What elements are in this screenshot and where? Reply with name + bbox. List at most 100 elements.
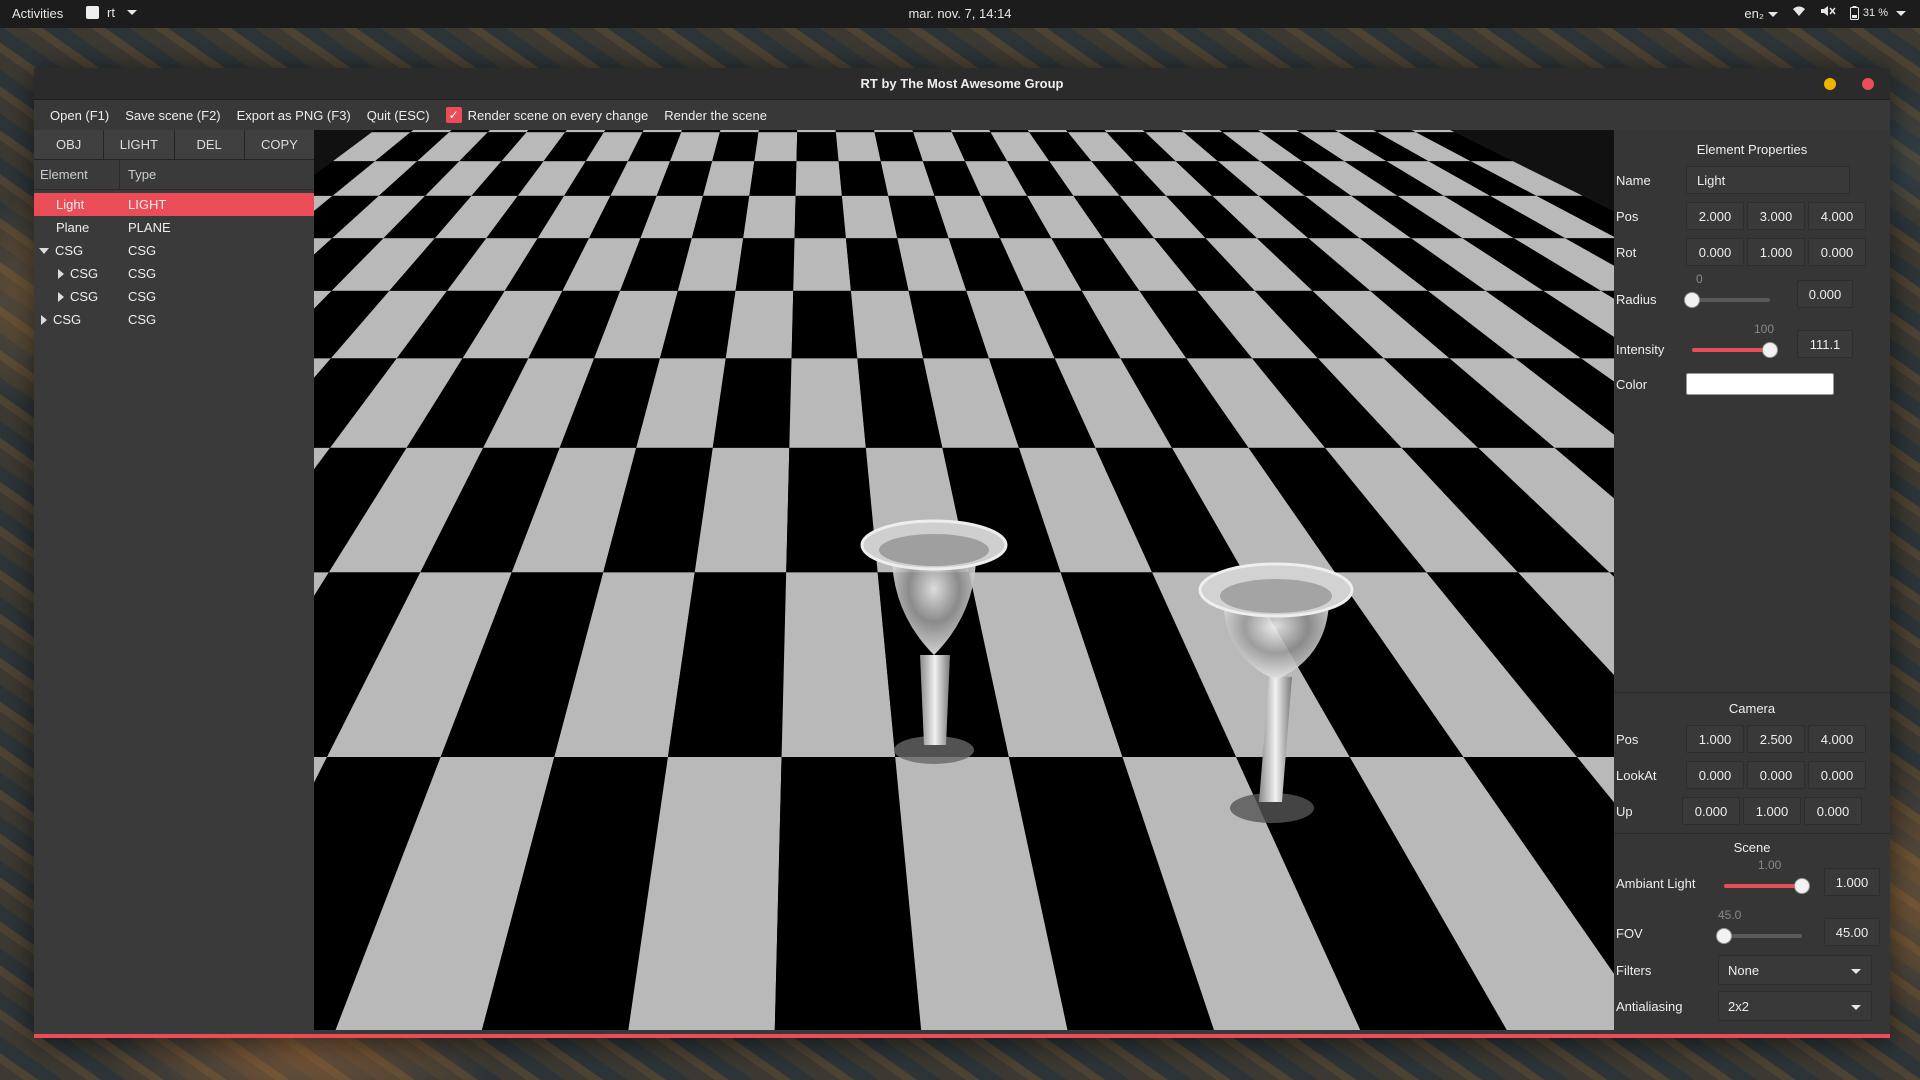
title-bar[interactable]: RT by The Most Awesome Group: [34, 68, 1890, 100]
antialiasing-dropdown[interactable]: 2x2: [1718, 991, 1872, 1021]
tree-row[interactable]: CSG CSG: [34, 239, 314, 262]
camera-up-x-field[interactable]: 0.000: [1682, 797, 1740, 825]
battery-indicator[interactable]: 31 %: [1849, 6, 1906, 20]
color-picker-button[interactable]: [1686, 373, 1834, 395]
top-bar: Activities rt mar. nov. 7, 14:14 en₂ 31 …: [0, 0, 1920, 28]
pos-z-field[interactable]: 4.000: [1808, 202, 1866, 230]
fov-slider-knob[interactable]: [1716, 928, 1732, 944]
element-type: LIGHT: [128, 197, 167, 212]
tree-row[interactable]: CSG CSG: [34, 262, 314, 285]
save-scene-button[interactable]: Save scene (F2): [117, 108, 228, 123]
render-viewport[interactable]: [314, 130, 1614, 1030]
divider: [1614, 833, 1890, 834]
fov-field[interactable]: 45.00: [1824, 918, 1880, 946]
name-field[interactable]: Light: [1686, 166, 1850, 194]
camera-title: Camera: [1728, 701, 1776, 716]
camera-lookat-z-field[interactable]: 0.000: [1808, 761, 1866, 789]
floor-tile: [835, 130, 875, 133]
menu-bar: Open (F1) Save scene (F2) Export as PNG …: [34, 100, 1890, 130]
camera-lookat-y-field[interactable]: 0.000: [1747, 761, 1805, 789]
filters-dropdown[interactable]: None: [1718, 955, 1872, 985]
wifi-icon[interactable]: [1792, 5, 1806, 21]
radius-field[interactable]: 0.000: [1797, 280, 1853, 308]
rot-x-field[interactable]: 0.000: [1686, 238, 1744, 266]
ambient-slider-value: 1.00: [1758, 858, 1782, 872]
camera-pos-z-field[interactable]: 4.000: [1808, 725, 1866, 753]
chevron-down-icon: [1851, 969, 1861, 974]
color-label: Color: [1616, 376, 1648, 392]
intensity-slider[interactable]: [1692, 342, 1778, 358]
tree-row[interactable]: CSG CSG: [34, 285, 314, 308]
intensity-slider-knob[interactable]: [1762, 342, 1778, 358]
properties-spacer: [1614, 402, 1890, 692]
tree-row[interactable]: Light LIGHT: [34, 193, 314, 216]
rot-label: Rot: [1616, 244, 1637, 260]
export-png-button[interactable]: Export as PNG (F3): [229, 108, 359, 123]
filters-selected: None: [1728, 963, 1760, 978]
expander-right-icon[interactable]: [58, 268, 64, 279]
fov-slider[interactable]: [1716, 928, 1802, 944]
expander-right-icon[interactable]: [41, 314, 47, 325]
floor-tile: [793, 238, 851, 291]
render-on-change-checkbox[interactable]: ✓ Render scene on every change: [438, 107, 657, 123]
camera-lookat-x-field[interactable]: 0.000: [1686, 761, 1744, 789]
rot-z-field[interactable]: 0.000: [1808, 238, 1866, 266]
quit-button[interactable]: Quit (ESC): [359, 108, 438, 123]
camera-pos-x-field[interactable]: 1.000: [1686, 725, 1744, 753]
radius-slider-knob[interactable]: [1684, 292, 1700, 308]
light-button[interactable]: LIGHT: [104, 130, 175, 159]
camera-up-z-field[interactable]: 0.000: [1804, 797, 1862, 825]
floor-tile: [794, 195, 846, 239]
obj-button[interactable]: OBJ: [34, 130, 105, 159]
minimize-button[interactable]: [1824, 78, 1836, 90]
tree-row[interactable]: Plane PLANE: [34, 216, 314, 239]
clock[interactable]: mar. nov. 7, 14:14: [0, 6, 1920, 21]
floor-tile: [791, 290, 858, 359]
tree-row[interactable]: CSG CSG: [34, 308, 314, 331]
element-name: Light: [56, 197, 85, 212]
app-icon: [86, 6, 99, 19]
intensity-label: Intensity: [1616, 342, 1665, 357]
radius-label: Radius: [1616, 292, 1657, 307]
expander-right-icon[interactable]: [58, 291, 64, 302]
delete-button[interactable]: DEL: [174, 130, 245, 159]
pos-x-field[interactable]: 2.000: [1686, 202, 1744, 230]
element-type: PLANE: [128, 220, 171, 235]
type-column-header[interactable]: Type: [120, 160, 156, 189]
rendered-scene: [314, 130, 1614, 1030]
ambient-slider-knob[interactable]: [1794, 878, 1810, 894]
floor-tile: [749, 161, 797, 196]
language-selector[interactable]: en₂: [1744, 6, 1778, 21]
floor-tile: [781, 572, 896, 757]
color-row: Color: [1614, 366, 1890, 402]
camera-up-y-field[interactable]: 1.000: [1743, 797, 1801, 825]
floor-tile: [797, 130, 836, 133]
expander-down-icon[interactable]: [39, 247, 49, 254]
scene-title: Scene: [1733, 840, 1771, 855]
floor-tile: [719, 130, 759, 133]
app-menu[interactable]: rt: [86, 5, 137, 20]
render-scene-button[interactable]: Render the scene: [656, 108, 775, 123]
ambient-slider[interactable]: [1724, 878, 1810, 894]
floor-tile: [786, 447, 878, 573]
element-column-header[interactable]: Element: [34, 160, 120, 189]
copy-button[interactable]: COPY: [244, 130, 314, 159]
ambient-label: Ambiant Light: [1616, 876, 1696, 891]
close-button[interactable]: [1862, 78, 1874, 90]
floor-tile: [795, 161, 842, 196]
antialiasing-label: Antialiasing: [1616, 998, 1683, 1014]
activities-button[interactable]: Activities: [12, 6, 63, 21]
ambient-field[interactable]: 1.000: [1824, 868, 1880, 896]
element-type: CSG: [128, 266, 157, 281]
pos-y-field[interactable]: 3.000: [1747, 202, 1805, 230]
intensity-slider-fill: [1692, 348, 1770, 352]
element-type: CSG: [128, 312, 157, 327]
volume-muted-icon[interactable]: [1820, 5, 1836, 21]
element-type: CSG: [128, 289, 157, 304]
open-button[interactable]: Open (F1): [42, 108, 117, 123]
intensity-field[interactable]: 111.1: [1797, 330, 1853, 358]
camera-pos-y-field[interactable]: 2.500: [1747, 725, 1805, 753]
rot-y-field[interactable]: 1.000: [1747, 238, 1805, 266]
intensity-slider-value: 100: [1754, 322, 1775, 336]
radius-slider[interactable]: [1684, 292, 1770, 308]
